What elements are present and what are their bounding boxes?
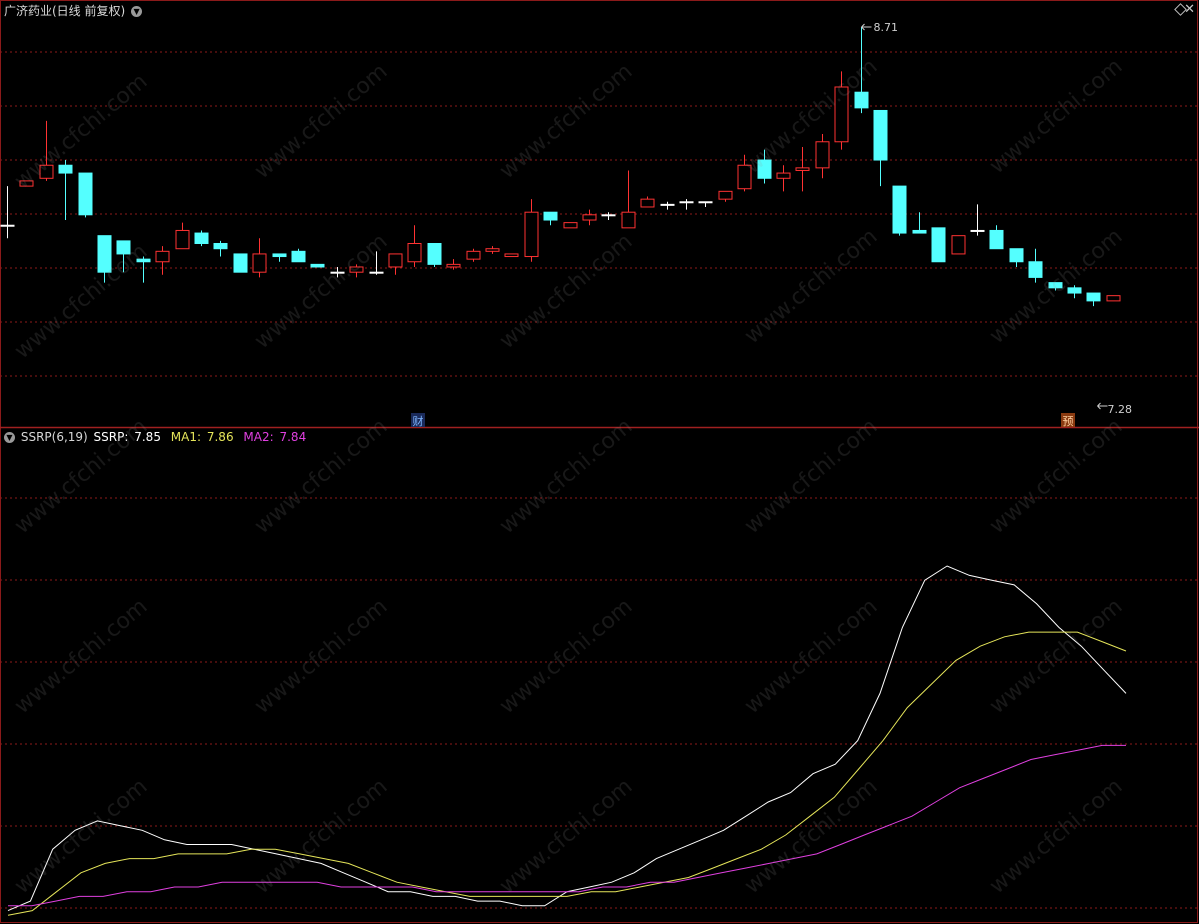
candle-body-down <box>660 203 675 206</box>
low-marker-arrow <box>1097 402 1108 410</box>
candle-body-up <box>466 250 481 260</box>
indicator-menu-chevron-icon[interactable]: ▼ <box>4 432 15 443</box>
candle-body-up <box>252 253 267 273</box>
candle-body-up <box>563 222 578 229</box>
candle-body-down <box>601 214 616 217</box>
candle-body-up <box>951 235 966 255</box>
candle-body-up <box>19 180 34 187</box>
ssrp-label: SSRP: <box>93 430 129 444</box>
yu-badge: 预 <box>1063 415 1074 428</box>
candle-body-up <box>446 263 461 268</box>
candle-body-up <box>155 250 170 263</box>
candle-body-down <box>291 250 306 263</box>
candle-body-up <box>524 211 539 258</box>
cai-badge: 财 <box>413 414 424 428</box>
ma1-value: 7.86 <box>206 430 234 444</box>
series-line-ssrp <box>7 565 1127 912</box>
candle-body-down <box>97 235 112 273</box>
chart-stage: 8.71 7.28 财 预 广济药业(日线 前复权) ▼ ✕ ▼ SSRP(6,19)… <box>0 0 1199 924</box>
chart-frame <box>0 0 1198 923</box>
low-price-label: 7.28 <box>1108 403 1133 416</box>
candle-body-down <box>1028 261 1043 278</box>
indicator-panel-header: ▼ SSRP(6,19) SSRP: 7.85 MA1: 7.86 MA2: 7… <box>4 430 308 444</box>
stock-title: 广济药业(日线 前复权) <box>4 4 126 18</box>
indicator-name: SSRP(6,19) <box>20 430 88 444</box>
price-panel-header: 广济药业(日线 前复权) ▼ <box>4 4 144 18</box>
candle-body-down <box>78 172 93 216</box>
candle-body-down <box>427 242 442 265</box>
candle-body-up <box>504 253 519 258</box>
candle-body-down <box>58 164 73 174</box>
candle-body-up <box>718 190 733 200</box>
high-price-label: 8.71 <box>874 21 899 34</box>
candle-body-down <box>698 201 713 204</box>
candle-body-down <box>1009 248 1024 263</box>
candle-body-up <box>485 248 500 252</box>
candle-body-down <box>1067 287 1082 294</box>
candle-body-up <box>640 198 655 208</box>
candle-body-down <box>194 232 209 244</box>
candle-body-up <box>776 172 791 179</box>
candle-body-down <box>873 109 888 161</box>
candle-body-up <box>582 214 597 221</box>
title-menu-chevron-icon[interactable]: ▼ <box>131 6 143 17</box>
candle-body-down <box>369 271 384 274</box>
candle-body-down <box>989 229 1004 250</box>
candle-body-down <box>213 242 228 250</box>
candle-body-down <box>970 229 985 232</box>
candle-body-down <box>757 159 772 179</box>
candle-body-down <box>1086 292 1101 302</box>
close-icon[interactable]: ✕ <box>1184 2 1195 17</box>
ma2-label: MA2: <box>243 430 274 444</box>
candle-body-up <box>1106 295 1121 302</box>
candle-body-down <box>330 271 345 274</box>
candle-body-down <box>854 91 869 109</box>
candle-body-down <box>931 227 946 263</box>
candle-body-up <box>621 211 636 229</box>
candle-body-down <box>1048 282 1063 289</box>
candle-body-up <box>349 266 364 273</box>
candle-body-down <box>310 263 325 268</box>
ma1-label: MA1: <box>170 430 202 444</box>
candle-body-down <box>0 224 15 227</box>
candle-body-down <box>272 253 287 258</box>
candle-body-up <box>795 167 810 171</box>
ma2-value: 7.84 <box>279 430 307 444</box>
candle-body-down <box>136 258 151 263</box>
candle-body-up <box>737 164 752 190</box>
candle-body-up <box>175 229 190 250</box>
candle-body-down <box>116 240 131 255</box>
candle-body-down <box>912 229 927 234</box>
series-line-ma1 <box>7 631 1127 916</box>
candle-body-up <box>388 253 403 268</box>
candle-body-down <box>892 185 907 234</box>
candle-body-up <box>834 86 849 143</box>
candle-body-down <box>233 253 248 273</box>
ssrp-value: 7.85 <box>134 430 161 444</box>
high-marker-arrow <box>861 23 872 31</box>
candle-body-down <box>543 211 558 221</box>
candle-body-up <box>39 164 54 179</box>
candle-body-up <box>407 242 422 263</box>
chart-canvas: 8.71 7.28 财 预 <box>0 0 1199 923</box>
candle-body-down <box>679 201 694 204</box>
candle-body-up <box>815 141 830 169</box>
